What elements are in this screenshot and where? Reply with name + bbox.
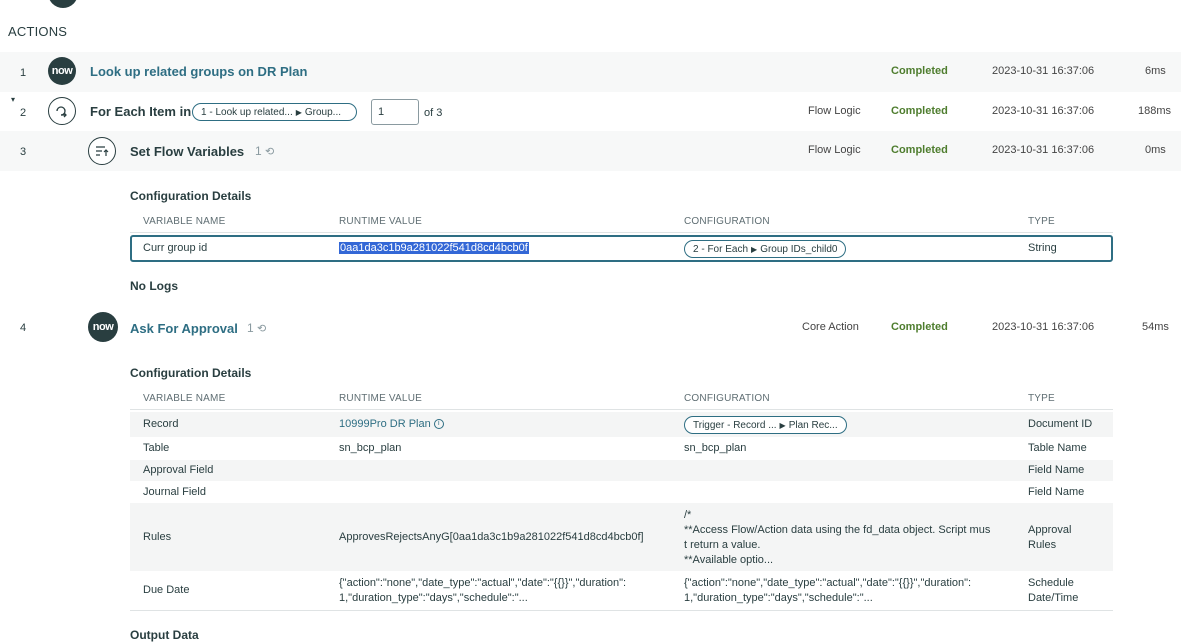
timestamp: 2023-10-31 16:37:06 bbox=[992, 144, 1095, 156]
status-badge: Completed bbox=[891, 105, 948, 117]
column-header: CONFIGURATION bbox=[684, 216, 770, 227]
iteration-total: of 3 bbox=[424, 107, 443, 119]
step-row-2[interactable]: 2 For Each Item in 1 - Look up related..… bbox=[0, 92, 1181, 132]
variable-name: Record bbox=[143, 418, 179, 430]
output-data-title: Output Data bbox=[130, 628, 199, 642]
type-value: Schedule Date/Time bbox=[1028, 577, 1079, 604]
config-value: sn_bcp_plan bbox=[684, 442, 747, 454]
column-header: RUNTIME VALUE bbox=[339, 216, 422, 227]
table-row[interactable]: Approval Field Field Name bbox=[130, 460, 1113, 481]
type-value: String bbox=[1028, 242, 1057, 254]
timestamp: 2023-10-31 16:37:06 bbox=[992, 105, 1095, 117]
now-logo-icon: now bbox=[88, 312, 118, 342]
type-value: Field Name bbox=[1028, 486, 1085, 498]
column-header: TYPE bbox=[1028, 216, 1055, 227]
table-row[interactable]: Rules ApprovesRejectsAnyG[0aa1da3c1b9a28… bbox=[130, 503, 1113, 571]
type-value: Document ID bbox=[1028, 418, 1093, 430]
set-variables-icon bbox=[88, 137, 116, 165]
now-logo-icon: now bbox=[48, 57, 76, 85]
config-pill[interactable]: Trigger - Record ... ▶ Plan Rec... bbox=[684, 416, 847, 434]
loop-icon bbox=[48, 97, 76, 125]
variable-name: Table bbox=[143, 442, 170, 454]
table-row[interactable]: Due Date {"action":"none","date_type":"a… bbox=[130, 571, 1113, 611]
config-script: /* **Access Flow/Action data using the f… bbox=[684, 509, 991, 566]
previous-step-icon bbox=[48, 0, 78, 8]
iteration-input[interactable] bbox=[371, 99, 419, 125]
table-row[interactable]: Curr group id 0aa1da3c1b9a281022f541d8cd… bbox=[130, 235, 1113, 262]
runtime-value[interactable]: 0aa1da3c1b9a281022f541d8cd4bcb0f bbox=[339, 242, 529, 254]
step-number: 4 bbox=[20, 322, 27, 334]
type-value: Table Name bbox=[1028, 442, 1087, 454]
duration: 6ms bbox=[1145, 65, 1166, 77]
step-row-1[interactable]: 1 now Look up related groups on DR Plan … bbox=[0, 52, 1181, 92]
step-title: Set Flow Variables bbox=[130, 144, 245, 159]
no-logs-label: No Logs bbox=[130, 279, 178, 293]
info-icon: i bbox=[433, 419, 444, 430]
step-title-link[interactable]: Ask For Approval bbox=[130, 321, 238, 336]
table-header: VARIABLE NAME RUNTIME VALUE CONFIGURATIO… bbox=[130, 389, 1113, 410]
pill-left-label: 1 - Look up related... bbox=[201, 106, 293, 118]
timestamp: 2023-10-31 16:37:06 bbox=[992, 321, 1095, 333]
variable-name: Approval Field bbox=[143, 464, 214, 476]
column-header: TYPE bbox=[1028, 393, 1055, 404]
column-header: CONFIGURATION bbox=[684, 393, 770, 404]
duration: 0ms bbox=[1145, 144, 1166, 156]
step-category: Flow Logic bbox=[808, 144, 861, 156]
config-value: {"action":"none","date_type":"actual","d… bbox=[684, 577, 972, 604]
caret-right-icon: ▶ bbox=[779, 420, 786, 430]
config-pill[interactable]: 2 - For Each ▶ Group IDs_child0 bbox=[684, 240, 847, 258]
data-pill[interactable]: 1 - Look up related... ▶ Group... bbox=[192, 103, 357, 121]
config-details-title: Configuration Details bbox=[130, 189, 252, 203]
pill-right-label: Group... bbox=[304, 106, 342, 118]
step-row-3[interactable]: 3 Set Flow Variables 1 ⟲ Flow Logic Comp… bbox=[0, 131, 1181, 171]
caret-right-icon: ▶ bbox=[295, 107, 302, 117]
runtime-value: sn_bcp_plan bbox=[339, 442, 402, 454]
variable-name: Journal Field bbox=[143, 486, 206, 498]
status-badge: Completed bbox=[891, 321, 948, 333]
table-row[interactable]: Table sn_bcp_plan sn_bcp_plan Table Name bbox=[130, 437, 1113, 460]
status-badge: Completed bbox=[891, 144, 948, 156]
iteration-count: 1 ⟲ bbox=[247, 321, 267, 335]
runtime-value: {"action":"none","date_type":"actual","d… bbox=[339, 577, 627, 604]
config-details-title: Configuration Details bbox=[130, 366, 252, 380]
column-header: VARIABLE NAME bbox=[143, 393, 226, 404]
runtime-value-link[interactable]: 10999Pro DR Plan i bbox=[339, 418, 444, 430]
column-header: RUNTIME VALUE bbox=[339, 393, 422, 404]
variable-name: Curr group id bbox=[143, 242, 208, 254]
variable-name: Rules bbox=[143, 531, 172, 543]
loop-small-icon: ⟲ bbox=[265, 146, 275, 158]
iteration-count: 1 ⟲ bbox=[255, 144, 275, 158]
type-value: Field Name bbox=[1028, 464, 1085, 476]
caret-right-icon: ▶ bbox=[751, 244, 758, 254]
duration: 188ms bbox=[1138, 105, 1172, 117]
step-number: 2 bbox=[20, 107, 27, 119]
step-title: For Each Item in bbox=[90, 104, 192, 119]
step-title-link[interactable]: Look up related groups on DR Plan bbox=[90, 64, 307, 79]
type-value: Approval Rules bbox=[1028, 524, 1072, 551]
status-badge: Completed bbox=[891, 65, 948, 77]
table-header: VARIABLE NAME RUNTIME VALUE CONFIGURATIO… bbox=[130, 212, 1113, 233]
table-row[interactable]: Journal Field Field Name bbox=[130, 481, 1113, 503]
timestamp: 2023-10-31 16:37:06 bbox=[992, 65, 1095, 77]
step-category: Core Action bbox=[802, 321, 859, 333]
column-header: VARIABLE NAME bbox=[143, 216, 226, 227]
step-number: 1 bbox=[20, 67, 27, 79]
duration: 54ms bbox=[1142, 321, 1169, 333]
runtime-value: ApprovesRejectsAnyG[0aa1da3c1b9a281022f5… bbox=[339, 531, 644, 543]
step-category: Flow Logic bbox=[808, 105, 861, 117]
section-title: ACTIONS bbox=[8, 24, 68, 39]
table-row[interactable]: Record 10999Pro DR Plan i Trigger - Recor… bbox=[130, 412, 1113, 437]
step-number: 3 bbox=[20, 146, 27, 158]
loop-small-icon: ⟲ bbox=[257, 323, 267, 335]
variable-name: Due Date bbox=[143, 584, 190, 596]
